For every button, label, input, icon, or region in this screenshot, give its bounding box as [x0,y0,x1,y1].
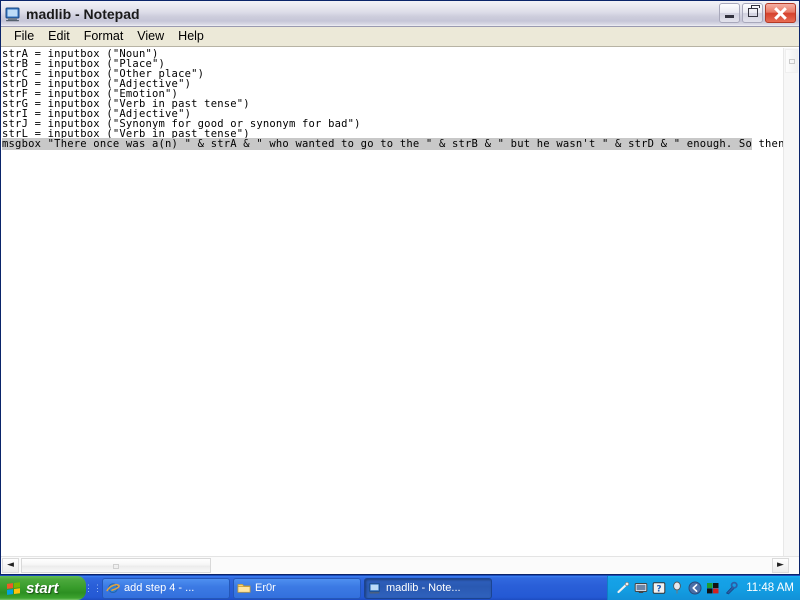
show-hidden-chevron-icon[interactable] [688,581,702,595]
minimize-icon [725,15,734,18]
restore-button[interactable] [742,3,763,23]
window-title: madlib - Notepad [26,5,140,22]
text-area[interactable]: strA = inputbox ("Noun") strB = inputbox… [1,48,783,556]
vertical-scrollbar-thumb[interactable] [785,49,798,73]
title-bar[interactable]: madlib - Notepad [1,1,799,27]
vertical-scrollbar[interactable] [783,48,799,556]
task-button-folder[interactable]: Er0r [233,577,361,599]
selected-text: msgbox "There once was a(n) " & strA & "… [2,138,752,150]
minimize-button[interactable] [719,3,740,23]
svg-text:?: ? [657,584,662,594]
task-button-browser[interactable]: add step 4 - ... [102,577,230,599]
menu-item-edit[interactable]: Edit [41,28,77,45]
task-button-label: madlib - Note... [386,582,461,594]
notepad-window: madlib - Notepad File Edit Format View H… [0,0,800,575]
balloon-icon[interactable] [670,581,684,595]
scroll-left-arrow-icon[interactable]: ◄ [2,558,19,573]
start-label: start [26,579,59,597]
menu-item-file[interactable]: File [7,28,41,45]
notepad-icon [368,581,382,595]
folder-icon [237,581,251,595]
help-question-icon[interactable]: ? [652,581,666,595]
menu-item-help[interactable]: Help [171,28,211,45]
window-controls [719,3,796,23]
notepad-icon [4,5,22,23]
taskbar: start ⋮⋮ add step 4 - ... Er0r madlib - … [0,575,800,600]
scrollbar-grip-icon [113,564,119,569]
task-button-label: add step 4 - ... [124,582,195,594]
scrollbar-grip-icon [789,59,795,64]
horizontal-scrollbar[interactable]: ◄ ► [1,556,799,574]
restore-icon [748,5,760,17]
editor-region: strA = inputbox ("Noun") strB = inputbox… [1,47,799,574]
windows-flag-icon [6,580,22,596]
task-button-list: add step 4 - ... Er0r madlib - Note... [100,576,607,600]
code-line-selected: msgbox "There once was a(n) " & strA & "… [2,138,784,150]
taskbar-clock[interactable]: 11:48 AM [746,582,794,594]
scroll-right-arrow-icon[interactable]: ► [772,558,789,573]
start-button[interactable]: start [0,576,86,600]
unselected-text: then he w [758,138,784,150]
display-monitor-icon[interactable] [634,581,648,595]
close-button[interactable] [765,3,796,23]
menu-item-view[interactable]: View [130,28,171,45]
horizontal-scrollbar-thumb[interactable] [21,558,211,573]
internet-explorer-icon [106,581,120,595]
color-blocks-icon[interactable] [706,581,720,595]
task-button-notepad[interactable]: madlib - Note... [364,577,492,599]
tool-wrench-icon[interactable] [724,581,738,595]
task-button-label: Er0r [255,582,276,594]
system-tray: ? 11:48 AM [607,576,800,600]
menu-bar: File Edit Format View Help [1,27,799,47]
quick-launch-handle[interactable]: ⋮⋮ [84,576,102,600]
desktop-screen: madlib - Notepad File Edit Format View H… [0,0,800,600]
pen-tablet-icon[interactable] [616,581,630,595]
menu-item-format[interactable]: Format [77,28,131,45]
close-icon [766,4,795,22]
